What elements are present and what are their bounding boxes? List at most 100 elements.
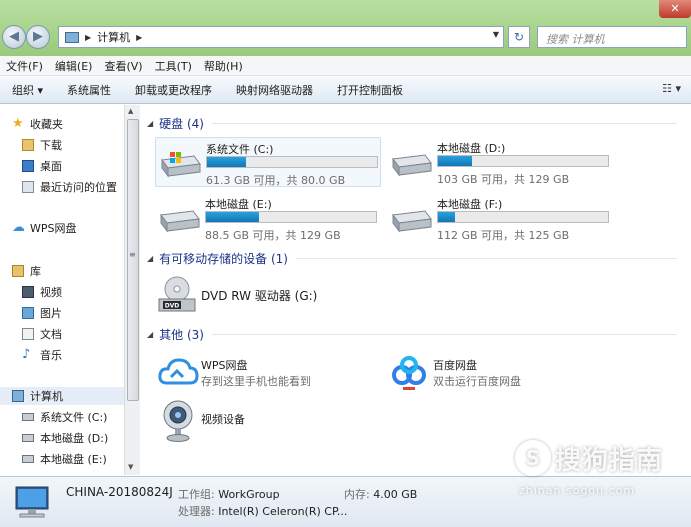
navigation-pane: ★ 收藏夹 下载 桌面 最近访问的位置 ☁ WPS网盘 库 视频 图片 文档 ♪… [0, 105, 124, 475]
document-icon [22, 328, 34, 340]
sidebar-item-label: 系统文件 (C:) [40, 411, 108, 424]
scroll-down-icon[interactable]: ▼ [128, 463, 133, 471]
address-dropdown-icon[interactable]: ▼ [493, 30, 499, 39]
picture-icon [22, 307, 34, 319]
command-toolbar: 组织 ▾ 系统属性 卸载或更改程序 映射网络驱动器 打开控制面板 ☷ ▾ [0, 76, 691, 104]
baidu-netdisk-tile[interactable]: 百度网盘 双击运行百度网盘 [387, 351, 607, 395]
group-title: 其他 (3) [159, 328, 204, 342]
drive-icon [22, 413, 34, 421]
open-control-panel-button[interactable]: 打开控制面板 [325, 82, 415, 98]
drive-usage-fill [207, 157, 247, 167]
drive-usage-fill [206, 212, 259, 222]
sidebar-item-label: WPS网盘 [30, 222, 77, 235]
drive-free-space: 88.5 GB 可用，共 129 GB [205, 229, 341, 242]
refresh-button[interactable]: ↻ [508, 26, 530, 48]
group-header-hard-disks[interactable]: ◢ 硬盘 (4) [147, 115, 677, 132]
search-input[interactable]: 搜索 计算机 [537, 26, 687, 48]
sidebar-item-label: 收藏夹 [30, 118, 63, 131]
close-button[interactable]: ✕ [659, 0, 691, 18]
download-folder-icon [22, 139, 34, 151]
drive-tile-e[interactable]: 本地磁盘 (E:) 88.5 GB 可用，共 129 GB [155, 193, 381, 243]
drive-name: 系统文件 (C:) [206, 143, 274, 156]
menu-edit[interactable]: 编辑(E) [49, 58, 99, 74]
sidebar-item-libraries[interactable]: 库 [12, 262, 136, 280]
computer-icon [12, 390, 24, 402]
sidebar-item-favorites[interactable]: ★ 收藏夹 [12, 115, 136, 133]
processor-info: 处理器: Intel(R) Celeron(R) CP... [178, 503, 347, 519]
drive-tile-f[interactable]: 本地磁盘 (F:) 112 GB 可用，共 125 GB [387, 193, 613, 243]
drive-name: 本地磁盘 (F:) [437, 198, 503, 211]
breadcrumb-separator-icon[interactable]: ▶ [136, 33, 142, 42]
map-network-drive-button[interactable]: 映射网络驱动器 [224, 82, 325, 98]
sidebar-scrollbar[interactable]: ▲ ≡ ▼ [124, 105, 140, 475]
drive-usage-bar [437, 155, 609, 167]
memory-label: 内存: [344, 488, 370, 501]
video-icon [22, 286, 34, 298]
computer-icon [65, 31, 79, 43]
drive-name: 本地磁盘 (E:) [205, 198, 272, 211]
dvd-icon-label: DVD [165, 303, 180, 310]
workgroup-value: WorkGroup [218, 488, 280, 501]
menu-view[interactable]: 查看(V) [98, 58, 148, 74]
sidebar-item-wps-cloud[interactable]: ☁ WPS网盘 [12, 219, 136, 237]
breadcrumb-separator-icon[interactable]: ▶ [85, 33, 91, 42]
sidebar-item-label: 下载 [40, 139, 62, 152]
sidebar-item-label: 库 [30, 265, 41, 278]
system-properties-button[interactable]: 系统属性 [55, 82, 123, 98]
menu-file[interactable]: 文件(F) [0, 58, 49, 74]
item-name: WPS网盘 [201, 359, 248, 372]
dvd-drive-icon: DVD [158, 276, 196, 312]
sidebar-item-label: 文档 [40, 328, 62, 341]
collapse-icon[interactable]: ◢ [147, 330, 153, 339]
baidu-netdisk-icon [392, 356, 426, 390]
sidebar-item-label: 本地磁盘 (D:) [40, 432, 109, 445]
sidebar-item-label: 计算机 [30, 390, 63, 403]
dvd-drive-tile[interactable]: DVD DVD RW 驱动器 (G:) [155, 273, 375, 317]
collapse-icon[interactable]: ◢ [147, 254, 153, 263]
menu-bar: 文件(F) 编辑(E) 查看(V) 工具(T) 帮助(H) [0, 56, 691, 76]
drive-usage-bar [437, 211, 609, 223]
music-icon: ♪ [22, 347, 31, 362]
sogou-watermark: S 搜狗指南 zhinan.sogou.com [515, 440, 685, 502]
drive-icon [22, 434, 34, 442]
computer-icon [15, 486, 49, 518]
organize-button[interactable]: 组织 ▾ [0, 82, 55, 98]
scroll-grip-icon: ≡ [129, 250, 136, 259]
drive-usage-fill [438, 156, 472, 166]
item-name: 视频设备 [201, 413, 245, 426]
desktop-icon [22, 160, 34, 172]
change-view-button[interactable]: ☷ ▾ [662, 82, 681, 95]
group-header-removable[interactable]: ◢ 有可移动存储的设备 (1) [147, 250, 677, 267]
uninstall-program-button[interactable]: 卸载或更改程序 [123, 82, 224, 98]
address-bar[interactable]: ▶ 计算机 ▶ ▼ [58, 26, 504, 48]
wps-cloud-tile[interactable]: WPS网盘 存到这里手机也能看到 [155, 351, 375, 395]
sidebar-item-label: 最近访问的位置 [40, 181, 117, 194]
drive-free-space: 112 GB 可用，共 125 GB [437, 229, 570, 242]
menu-tools[interactable]: 工具(T) [149, 58, 198, 74]
content-pane: ◢ 硬盘 (4) 系统文件 (C:) 61.3 GB 可用，共 80.0 GB … [141, 105, 691, 475]
group-title: 有可移动存储的设备 (1) [159, 252, 288, 266]
divider [211, 123, 677, 124]
menu-help[interactable]: 帮助(H) [198, 58, 249, 74]
group-header-other[interactable]: ◢ 其他 (3) [147, 326, 677, 343]
computer-name: CHINA-20180824J [66, 485, 173, 499]
collapse-icon[interactable]: ◢ [147, 119, 153, 128]
item-description: 双击运行百度网盘 [433, 375, 521, 388]
star-icon: ★ [12, 116, 24, 131]
drive-tile-c[interactable]: 系统文件 (C:) 61.3 GB 可用，共 80.0 GB [155, 137, 381, 187]
breadcrumb-computer[interactable]: 计算机 [97, 29, 130, 45]
back-button[interactable]: ◀ [2, 25, 26, 49]
memory-info: 内存: 4.00 GB [344, 486, 417, 502]
sidebar-item-computer[interactable]: 计算机 [0, 387, 124, 405]
processor-value: Intel(R) Celeron(R) CP... [218, 505, 348, 518]
scroll-up-icon[interactable]: ▲ [128, 107, 133, 115]
forward-button[interactable]: ▶ [26, 25, 50, 49]
sidebar-item-label: 视频 [40, 286, 62, 299]
divider [295, 258, 677, 259]
processor-label: 处理器: [178, 505, 215, 518]
video-device-tile[interactable]: 视频设备 [155, 397, 375, 442]
drive-icon [22, 455, 34, 463]
sidebar-item-label: 桌面 [40, 160, 62, 173]
drive-tile-d[interactable]: 本地磁盘 (D:) 103 GB 可用，共 129 GB [387, 137, 613, 187]
scroll-thumb[interactable] [127, 119, 139, 401]
